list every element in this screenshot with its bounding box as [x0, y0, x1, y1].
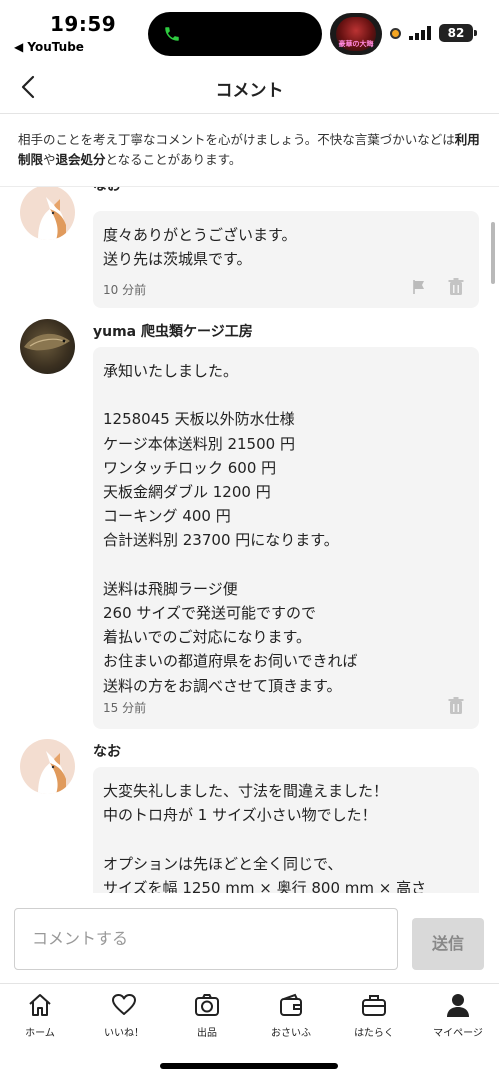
battery-tip — [474, 30, 477, 36]
heart-icon — [112, 994, 136, 1015]
comment-text-line: ワンタッチロック 600 円 — [103, 458, 277, 477]
comment-text-line: ケージ本体送料別 21500 円 — [103, 434, 295, 453]
comment-text-line: 天板金網ダブル 1200 円 — [103, 483, 271, 501]
commenter-name: yuma 爬虫類ケージ工房 — [93, 324, 253, 340]
live-activity-thumbnail[interactable]: 豪華の大晦 — [330, 13, 382, 55]
wallet-icon — [280, 993, 302, 1016]
page-header: コメント — [0, 62, 499, 114]
briefcase-icon — [362, 995, 386, 1016]
comment-text-line: 送り先は茨城県です。 — [103, 250, 252, 269]
report-flag-icon[interactable] — [411, 279, 427, 295]
avatar[interactable] — [20, 319, 75, 374]
battery-level: 82 — [439, 24, 473, 42]
comment-guideline-notice: 相手のことを考え丁寧なコメントを心がけましょう。不快な言葉づかいなどは利用制限や… — [18, 130, 488, 170]
commenter-name: なお — [93, 187, 121, 195]
signal-bars-icon — [409, 26, 431, 40]
dynamic-island[interactable] — [148, 12, 322, 56]
recording-indicator-icon — [390, 28, 401, 39]
nav-label: おさいふ — [271, 1028, 311, 1039]
comment-text-line: 承知いたしました。 — [103, 362, 239, 380]
comment-bubble: 承知いたしました。 1258045 天板以外防水仕様 ケージ本体送料別 2150… — [93, 347, 479, 729]
notice-text-1: 相手のことを考え丁寧なコメントを心がけましょう。不快な言葉づかいなどは — [18, 132, 455, 147]
back-to-youtube-link[interactable]: ◀ YouTube — [14, 40, 84, 54]
clock: 19:59 — [50, 12, 117, 36]
comment-input-area: コメントする 送信 — [0, 893, 499, 983]
comment-text-line — [103, 553, 469, 577]
comment-text-line: オプションは先ほどと全く同じで、 — [103, 854, 343, 873]
comment-list[interactable]: なお 度々ありがとうございます。 送り先は茨城県です。 10 分前 — [0, 187, 499, 893]
person-icon — [447, 994, 469, 1017]
phone-call-icon — [165, 27, 179, 41]
nav-label: いいね！ — [104, 1028, 144, 1039]
nav-label: ホーム — [25, 1028, 55, 1039]
avatar[interactable] — [20, 187, 75, 240]
page-title: コメント — [215, 81, 284, 101]
comment-text-line — [103, 383, 469, 407]
nav-label: 出品 — [197, 1028, 217, 1039]
nav-wallet[interactable]: おさいふ — [249, 992, 333, 1042]
notice-bold-withdrawal: 退会処分 — [55, 152, 106, 167]
reptile-avatar-icon — [24, 333, 70, 351]
comment-bubble: 大変失礼しました、寸法を間違えました！ 中のトロ舟が 1 サイズ小さい物でした！… — [93, 767, 479, 893]
send-button[interactable]: 送信 — [412, 918, 484, 970]
cat-avatar-icon — [38, 197, 66, 240]
comment-text-line: サイズを幅 1250 mm × 奥行 800 mm × 高さ — [103, 878, 427, 893]
camera-icon — [195, 994, 219, 1016]
comment-text-line: 度々ありがとうございます。 — [103, 226, 297, 244]
nav-home[interactable]: ホーム — [0, 992, 82, 1042]
comment-text-line: お住まいの都道府県をお伺いできれば — [103, 652, 358, 671]
home-indicator[interactable] — [160, 1063, 338, 1069]
nav-mypage[interactable]: マイページ — [416, 992, 499, 1042]
comment-text-line: 送料は飛脚ラージ便 — [103, 579, 238, 598]
comment-text-line: 1258045 天板以外防水仕様 — [103, 410, 295, 429]
notice-text-2: や — [43, 152, 56, 167]
nav-label: はたらく — [354, 1028, 394, 1039]
comment-text-line: 大変失礼しました、寸法を間違えました！ — [103, 782, 389, 800]
nav-sell[interactable]: 出品 — [165, 992, 249, 1042]
comment-timestamp: 10 分前 — [103, 283, 147, 297]
comment-text-line: 送料の方をお調べさせて頂きます。 — [103, 676, 342, 695]
comment-text-line: 着払いでのご対応になります。 — [103, 628, 312, 647]
delete-trash-icon[interactable] — [448, 697, 464, 715]
status-bar: 19:59 ◀ YouTube 豪華の大晦 82 — [0, 0, 499, 62]
comment-input[interactable]: コメントする — [14, 908, 398, 970]
avatar[interactable] — [20, 739, 75, 794]
scrollbar[interactable] — [491, 222, 495, 284]
cat-avatar-icon — [38, 751, 66, 794]
nav-likes[interactable]: いいね！ — [82, 992, 166, 1042]
nav-work[interactable]: はたらく — [332, 992, 416, 1042]
delete-trash-icon[interactable] — [448, 278, 464, 296]
comment-text-line: 中のトロ舟が 1 サイズ小さい物でした！ — [103, 806, 377, 825]
nav-label: マイページ — [433, 1028, 483, 1039]
comment-text-line: 260 サイズで発送可能ですので — [103, 604, 316, 622]
home-icon — [29, 994, 51, 1016]
comment-text-line: コーキング 400 円 — [103, 507, 231, 526]
comment-bubble: 度々ありがとうございます。 送り先は茨城県です。 10 分前 — [93, 211, 479, 308]
notice-text-3: となることがあります。 — [105, 152, 242, 167]
commenter-name: なお — [93, 744, 121, 760]
comment-text-line — [103, 827, 469, 851]
comment-timestamp: 15 分前 — [103, 701, 147, 715]
live-thumbnail-caption: 豪華の大晦 — [338, 40, 374, 48]
comment-text-line: 合計送料別 23700 円になります。 — [103, 531, 339, 550]
